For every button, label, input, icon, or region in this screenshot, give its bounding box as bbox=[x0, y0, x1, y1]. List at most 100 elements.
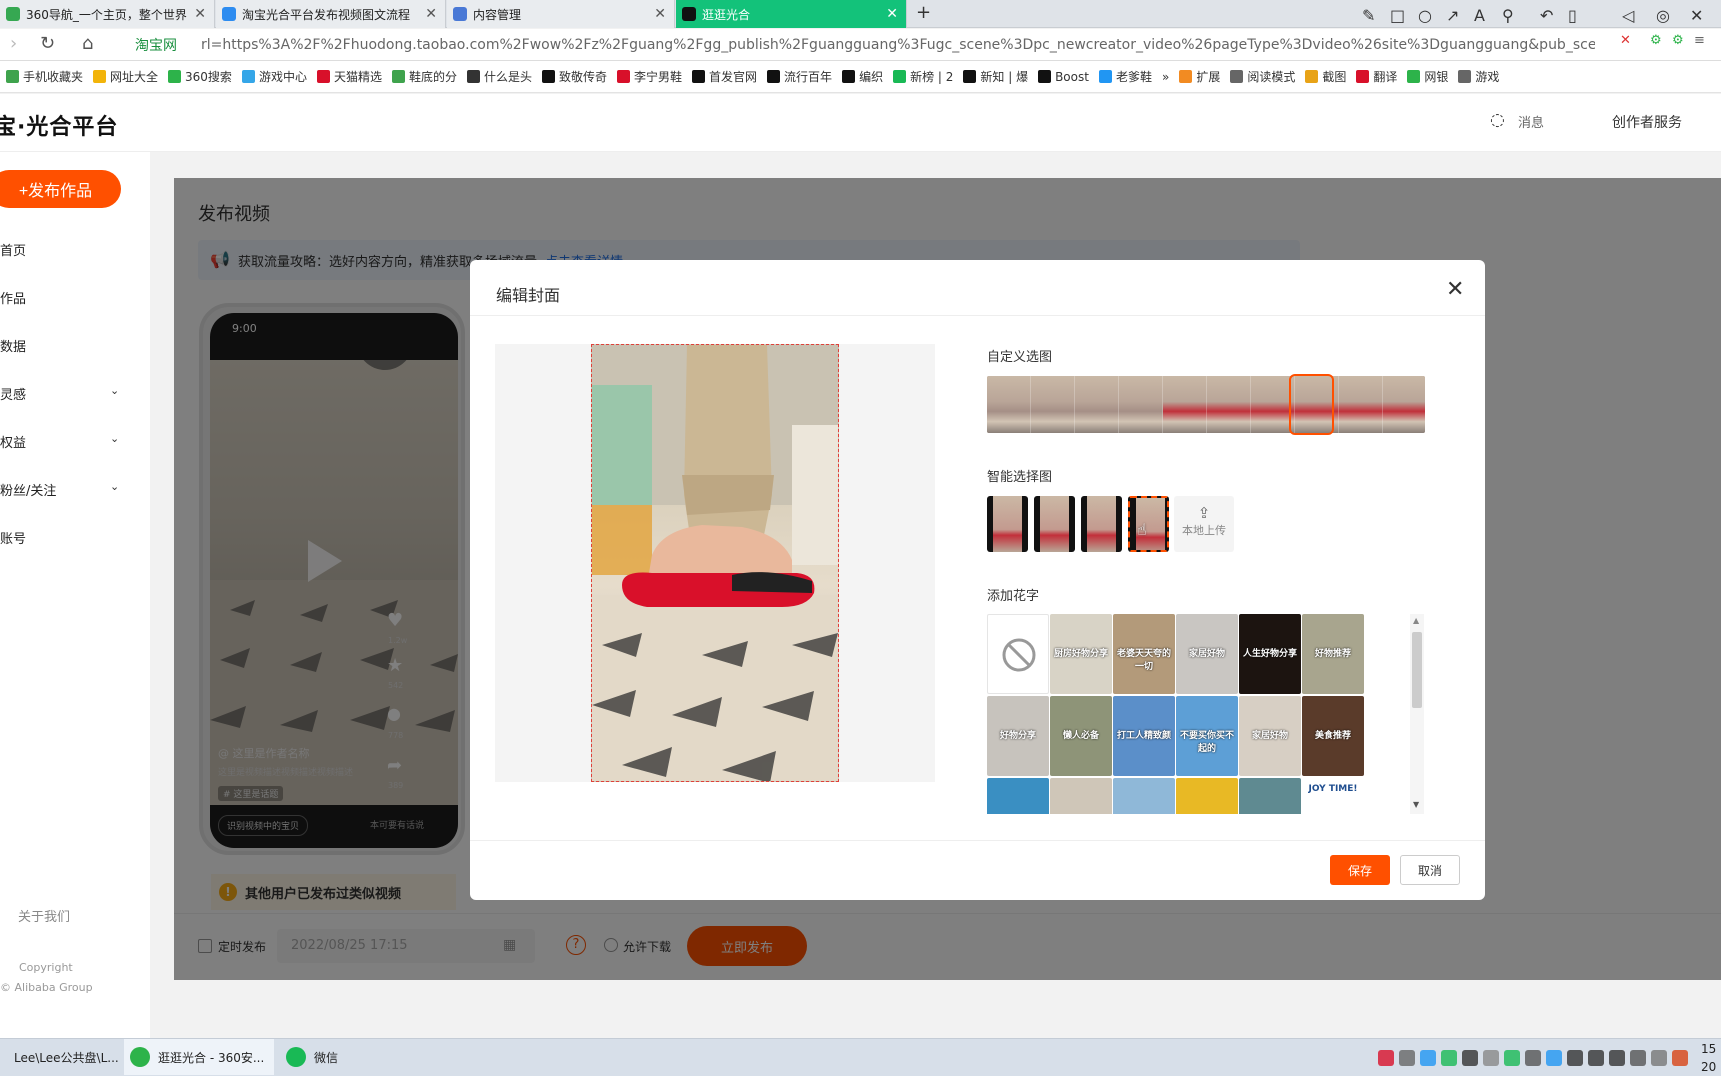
system-tray-icon[interactable] bbox=[1672, 1050, 1688, 1066]
system-tray-icon[interactable] bbox=[1420, 1050, 1436, 1066]
menu-icon[interactable]: ≡ bbox=[1694, 33, 1705, 48]
smart-cover-option[interactable] bbox=[1081, 496, 1122, 552]
system-tray-icon[interactable] bbox=[1567, 1050, 1583, 1066]
bookmark-item[interactable]: 流行百年 bbox=[767, 68, 832, 85]
scroll-down-icon[interactable]: ▼ bbox=[1413, 800, 1419, 809]
url-field[interactable]: 淘宝网 rl=https%3A%2F%2Fhuodong.taobao.com%… bbox=[135, 33, 1595, 57]
bookmark-item[interactable]: 网银 bbox=[1407, 68, 1448, 85]
bookmark-item[interactable]: 360搜索 bbox=[168, 68, 232, 85]
bookmark-item[interactable]: 鞋底的分 bbox=[391, 68, 457, 85]
flower-text-template[interactable]: 好物推荐 bbox=[1302, 614, 1364, 694]
bookmark-item[interactable]: 阅读模式 bbox=[1230, 68, 1295, 85]
flower-text-template[interactable]: JOY TIME! bbox=[1302, 778, 1364, 814]
scroll-up-icon[interactable]: ▲ bbox=[1413, 616, 1419, 625]
reload-icon[interactable]: ↻ bbox=[40, 33, 55, 54]
sidebar-item[interactable]: 作品 bbox=[0, 288, 130, 307]
video-frame-thumbnail[interactable] bbox=[987, 376, 1031, 433]
sidebar-item[interactable]: 灵感 ⌄ bbox=[0, 384, 130, 403]
system-tray-icon[interactable] bbox=[1462, 1050, 1478, 1066]
flower-text-template[interactable]: 懒人必备 bbox=[1050, 696, 1112, 776]
tab-close-icon[interactable]: ✕ bbox=[194, 6, 206, 22]
arrow-icon[interactable]: ↗ bbox=[1446, 6, 1459, 25]
video-frame-thumbnail[interactable] bbox=[1031, 376, 1075, 433]
text-icon[interactable]: A bbox=[1474, 6, 1485, 25]
system-tray-icon[interactable] bbox=[1630, 1050, 1646, 1066]
bookmark-item[interactable]: 翻译 bbox=[1356, 68, 1397, 85]
flower-text-template[interactable]: 不要买你买不起的 bbox=[1176, 696, 1238, 776]
system-tray-icon[interactable] bbox=[1378, 1050, 1394, 1066]
bookmark-item[interactable]: 游戏中心 bbox=[241, 68, 307, 85]
tab-close-icon[interactable]: ✕ bbox=[654, 6, 666, 22]
selected-frame-marker[interactable] bbox=[1289, 374, 1334, 435]
flower-text-template[interactable]: 人生好物分享 bbox=[1239, 614, 1301, 694]
flower-text-template[interactable]: 厨房好物分享 bbox=[1050, 614, 1112, 694]
save-button[interactable]: 保存 bbox=[1330, 855, 1390, 885]
tab-guangguang-active[interactable]: 逛逛光合 ✕ bbox=[676, 0, 907, 28]
modal-close-icon[interactable]: ✕ bbox=[1446, 276, 1464, 302]
taskbar-app[interactable]: 逛逛光合 - 360安... bbox=[124, 1039, 274, 1075]
system-tray-icon[interactable] bbox=[1441, 1050, 1457, 1066]
system-tray-icon[interactable] bbox=[1609, 1050, 1625, 1066]
video-frame-thumbnail[interactable] bbox=[1383, 376, 1425, 433]
bookmark-item[interactable]: 新知 | 爆 bbox=[963, 68, 1028, 85]
bookmark-item[interactable]: 天猫精选 bbox=[316, 68, 382, 85]
sidebar-item[interactable]: 权益 ⌄ bbox=[0, 432, 130, 451]
bookmark-item[interactable]: 首发官网 bbox=[692, 68, 757, 85]
creator-service-menu[interactable]: 创作者服务 bbox=[1612, 112, 1682, 132]
video-frame-thumbnail[interactable] bbox=[1119, 376, 1163, 433]
system-tray-icon[interactable] bbox=[1651, 1050, 1667, 1066]
smart-cover-option-selected[interactable] bbox=[1128, 496, 1169, 552]
about-us-link[interactable]: 关于我们 bbox=[18, 906, 70, 925]
sidebar-item[interactable]: 粉丝/关注 ⌄ bbox=[0, 480, 130, 499]
pen-icon[interactable]: ✎ bbox=[1362, 6, 1375, 25]
video-frame-thumbnail[interactable] bbox=[1207, 376, 1251, 433]
trash-icon[interactable]: ▯ bbox=[1568, 6, 1577, 25]
security-icon[interactable]: ✕ bbox=[1620, 33, 1631, 48]
tab-tutorial[interactable]: 淘宝光合平台发布视频图文流程 ✕ bbox=[216, 0, 446, 28]
system-tray-icon[interactable] bbox=[1504, 1050, 1520, 1066]
taskbar-app[interactable]: Lee\Lee公共盘\L... bbox=[0, 1039, 119, 1075]
system-tray-icon[interactable] bbox=[1546, 1050, 1562, 1066]
local-upload-button[interactable]: ⇪ 本地上传 bbox=[1174, 496, 1234, 552]
system-tray-icon[interactable] bbox=[1399, 1050, 1415, 1066]
speaker-icon[interactable]: ◁ bbox=[1622, 6, 1634, 25]
bookmark-item[interactable]: 游戏 bbox=[1458, 68, 1499, 85]
flower-text-template[interactable] bbox=[1239, 778, 1301, 814]
bookmark-item[interactable]: » bbox=[1162, 70, 1169, 84]
microphone-icon[interactable]: ◎ bbox=[1656, 6, 1670, 25]
flower-text-template[interactable] bbox=[1113, 778, 1175, 814]
tab-close-icon[interactable]: ✕ bbox=[425, 6, 437, 22]
video-frame-thumbnail[interactable] bbox=[1163, 376, 1207, 433]
flower-text-template[interactable] bbox=[1050, 778, 1112, 814]
bookmark-item[interactable]: 新榜 | 2 bbox=[893, 68, 953, 85]
sidebar-item[interactable]: 数据 bbox=[0, 336, 130, 355]
new-tab-button[interactable]: + bbox=[916, 2, 931, 23]
bookmark-item[interactable]: 李宁男鞋 bbox=[617, 68, 682, 85]
smart-cover-option[interactable] bbox=[1034, 496, 1075, 552]
close-window-icon[interactable]: ✕ bbox=[1690, 6, 1703, 25]
tab-content-manage[interactable]: 内容管理 ✕ bbox=[447, 0, 675, 28]
smart-cover-option[interactable] bbox=[987, 496, 1028, 552]
message-link[interactable]: 消息 bbox=[1518, 112, 1544, 131]
flower-text-template[interactable] bbox=[1176, 778, 1238, 814]
bookmark-item[interactable]: 老爹鞋 bbox=[1098, 68, 1152, 85]
flower-text-template[interactable]: 家居好物 bbox=[1239, 696, 1301, 776]
home-icon[interactable]: ⌂ bbox=[82, 33, 93, 54]
video-frame-thumbnail[interactable] bbox=[1339, 376, 1383, 433]
video-frame-strip[interactable] bbox=[987, 376, 1425, 433]
flower-text-template[interactable] bbox=[987, 778, 1049, 814]
bookmark-item[interactable]: Boost bbox=[1038, 70, 1089, 84]
bookmark-item[interactable]: 致敬传奇 bbox=[542, 68, 607, 85]
circle-icon[interactable]: ○ bbox=[1418, 6, 1432, 25]
flower-text-none-option[interactable] bbox=[987, 614, 1049, 694]
message-icon[interactable]: ◌ bbox=[1490, 110, 1505, 130]
extension-icon[interactable]: ⚙ bbox=[1650, 33, 1662, 48]
bookmark-item[interactable]: 什么是头 bbox=[466, 68, 532, 85]
sidebar-item[interactable]: 账号 bbox=[0, 528, 130, 547]
scrollbar-thumb[interactable] bbox=[1412, 632, 1422, 708]
system-tray-icon[interactable] bbox=[1483, 1050, 1499, 1066]
extension-icon[interactable]: ⚙ bbox=[1672, 33, 1684, 48]
rectangle-icon[interactable]: □ bbox=[1390, 6, 1405, 25]
cover-crop-box[interactable] bbox=[591, 344, 839, 782]
sidebar-item[interactable]: 首页 bbox=[0, 240, 130, 259]
